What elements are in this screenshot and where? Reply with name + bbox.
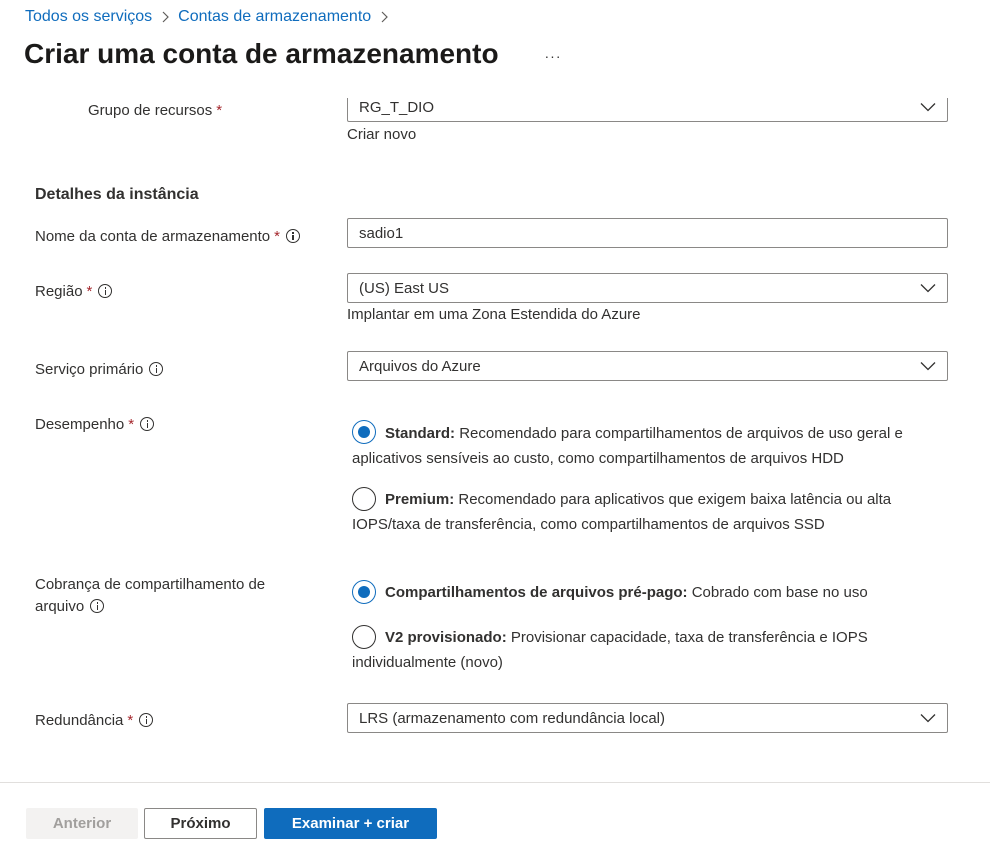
- instance-details-heading: Detalhes da instância: [35, 186, 199, 203]
- redundancy-value: LRS (armazenamento com redundância local…: [359, 709, 665, 727]
- primary-service-select[interactable]: Arquivos do Azure: [347, 351, 948, 381]
- region-select[interactable]: (US) East US: [347, 273, 948, 303]
- performance-label: Desempenho *: [35, 416, 155, 433]
- region-value: (US) East US: [359, 279, 450, 297]
- info-icon[interactable]: [98, 284, 113, 298]
- info-icon[interactable]: [149, 362, 164, 376]
- info-icon[interactable]: [285, 229, 300, 243]
- more-options-icon[interactable]: ···: [542, 48, 564, 68]
- chevron-down-icon: [920, 283, 936, 293]
- create-new-link[interactable]: Criar novo: [347, 126, 416, 143]
- billing-paygo-option[interactable]: Compartilhamentos de arquivos pré-pago: …: [352, 580, 948, 605]
- resource-group-select[interactable]: RG_T_DIO: [347, 98, 948, 122]
- info-icon[interactable]: [139, 713, 154, 727]
- primary-service-value: Arquivos do Azure: [359, 357, 481, 375]
- required-asterisk: *: [128, 416, 135, 433]
- form-content[interactable]: Grupo de recursos * RG_T_DIO Criar novo D…: [0, 98, 990, 778]
- breadcrumb: Todos os serviços Contas de armazenament…: [25, 6, 397, 28]
- resource-group-label-text: Grupo de recursos: [88, 102, 213, 119]
- next-button[interactable]: Próximo: [144, 808, 257, 839]
- option-title: Compartilhamentos de arquivos pré-pago:: [385, 584, 688, 601]
- performance-premium-option[interactable]: Premium: Recomendado para aplicativos qu…: [352, 487, 948, 537]
- redundancy-select[interactable]: LRS (armazenamento com redundância local…: [347, 703, 948, 733]
- option-description: Cobrado com base no uso: [691, 584, 868, 601]
- page-title: Criar uma conta de armazenamento: [24, 38, 499, 69]
- option-title: Premium:: [385, 491, 455, 508]
- chevron-down-icon: [920, 361, 936, 371]
- info-icon[interactable]: [90, 599, 105, 613]
- performance-standard-option[interactable]: Standard: Recomendado para compartilhame…: [352, 421, 948, 471]
- chevron-right-icon: [160, 11, 170, 23]
- billing-v2-option[interactable]: V2 provisionado: Provisionar capacidade,…: [352, 625, 948, 675]
- region-label: Região *: [35, 283, 113, 300]
- resource-group-label: Grupo de recursos *: [88, 102, 222, 119]
- primary-service-label: Serviço primário: [35, 361, 164, 378]
- storage-name-input[interactable]: sadio1: [347, 218, 948, 248]
- review-create-button[interactable]: Examinar + criar: [264, 808, 437, 839]
- billing-label-line1: Cobrança de compartilhamento de: [35, 576, 266, 593]
- resource-group-value: RG_T_DIO: [359, 98, 435, 116]
- required-asterisk: *: [127, 712, 134, 729]
- billing-label: Cobrança de compartilhamento de arquivo: [35, 574, 265, 618]
- storage-name-label: Nome da conta de armazenamento *: [35, 228, 300, 245]
- required-asterisk: *: [86, 283, 93, 300]
- performance-label-text: Desempenho: [35, 416, 125, 433]
- chevron-down-icon: [920, 102, 936, 112]
- extended-zone-link[interactable]: Implantar em uma Zona Estendida do Azure: [347, 306, 641, 323]
- option-title: V2 provisionado:: [385, 629, 507, 646]
- footer-divider: [0, 782, 990, 783]
- info-icon[interactable]: [140, 417, 155, 431]
- storage-name-label-text: Nome da conta de armazenamento: [35, 228, 271, 245]
- chevron-down-icon: [920, 713, 936, 723]
- option-title: Standard:: [385, 425, 456, 442]
- redundancy-label-text: Redundância: [35, 712, 124, 729]
- breadcrumb-storage-accounts[interactable]: Contas de armazenamento: [178, 8, 371, 26]
- billing-label-line2: arquivo: [35, 598, 85, 615]
- storage-name-value: sadio1: [359, 224, 404, 242]
- required-asterisk: *: [274, 228, 280, 245]
- region-label-text: Região: [35, 283, 83, 300]
- breadcrumb-all-services[interactable]: Todos os serviços: [25, 8, 152, 26]
- required-asterisk: *: [216, 102, 223, 119]
- previous-button[interactable]: Anterior: [26, 808, 138, 839]
- chevron-right-icon: [379, 11, 389, 23]
- redundancy-label: Redundância *: [35, 712, 154, 729]
- primary-service-label-text: Serviço primário: [35, 361, 144, 378]
